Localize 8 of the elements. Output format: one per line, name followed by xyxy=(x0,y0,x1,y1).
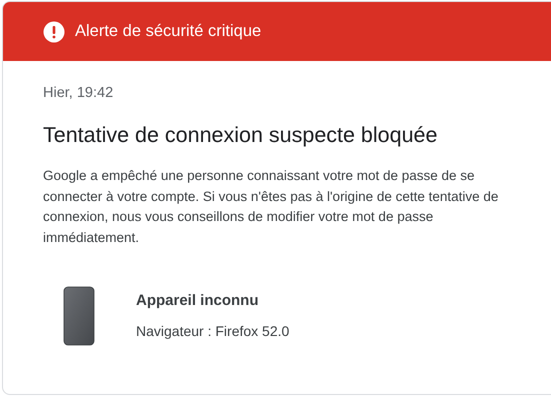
warning-icon xyxy=(43,20,65,42)
alert-message: Google a empêché une personne connaissant votre mot de passe de se connecter à votre compte. Si vous n'êtes pas à l'origine de cette tentative de connexion, nous vous conseillons de modifier votre mot de passe immédiatement. xyxy=(43,167,500,246)
timestamp: Hier, 19:42 xyxy=(43,85,114,101)
phone-icon xyxy=(63,286,95,346)
alert-title: Alerte de sécurité critique xyxy=(75,22,262,41)
device-name: Appareil inconnu xyxy=(136,292,260,309)
device-browser: Navigateur : Firefox 52.0 xyxy=(136,323,290,339)
alert-heading: Tentative de connexion suspecte bloquée xyxy=(43,123,438,148)
